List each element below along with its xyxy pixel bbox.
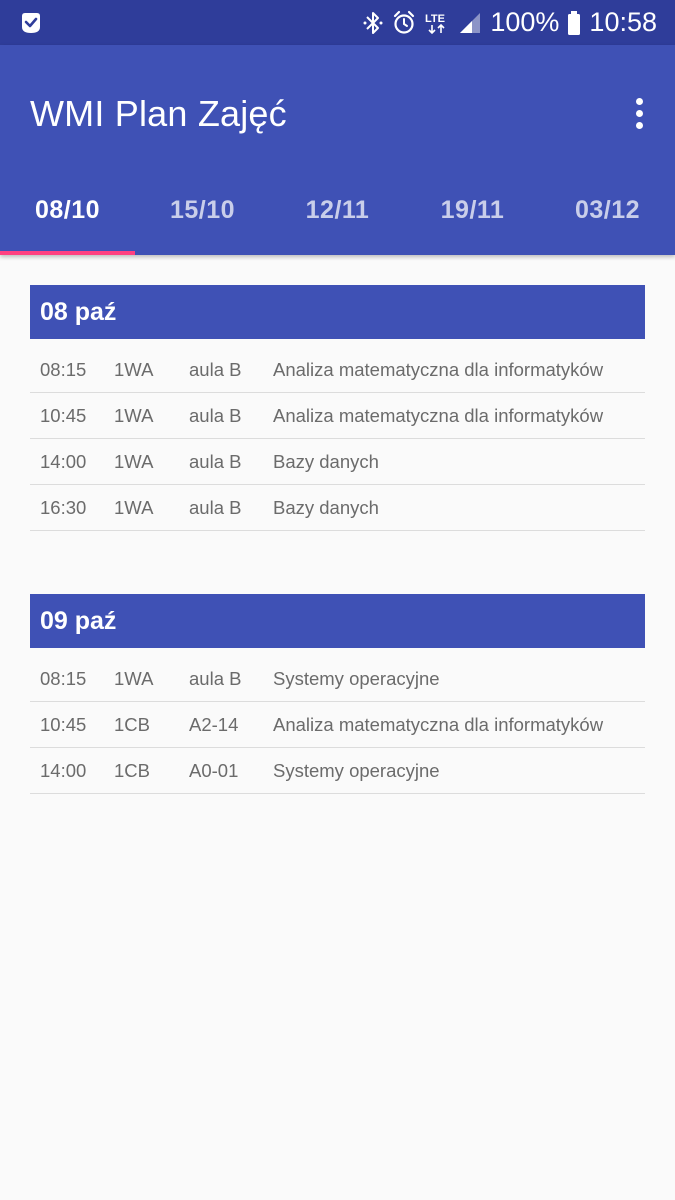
tab-15-10[interactable]: 15/10: [135, 165, 270, 255]
clock: 10:58: [589, 7, 657, 37]
class-time: 10:45: [40, 404, 87, 426]
tab-12-11[interactable]: 12/11: [270, 165, 405, 255]
class-group: 1WA: [114, 358, 154, 380]
class-subject: Bazy danych: [273, 450, 379, 472]
class-subject: Analiza matematyczna dla informatyków: [273, 713, 604, 735]
class-row[interactable]: 08:15 1WA aula B Analiza matematyczna dl…: [30, 347, 645, 393]
class-row[interactable]: 14:00 1CB A0-01 Systemy operacyjne: [30, 748, 645, 794]
class-group: 1WA: [114, 404, 154, 426]
battery-icon: [567, 10, 581, 36]
class-row[interactable]: 10:45 1WA aula B Analiza matematyczna dl…: [30, 393, 645, 439]
bluetooth-icon: [362, 10, 384, 36]
class-group: 1CB: [114, 713, 150, 735]
class-time: 08:15: [40, 358, 87, 380]
class-row[interactable]: 14:00 1WA aula B Bazy danych: [30, 439, 645, 485]
tab-08-10[interactable]: 08/10: [0, 165, 135, 255]
class-room: aula B: [189, 358, 242, 380]
class-room: aula B: [189, 667, 242, 689]
class-room: aula B: [189, 404, 242, 426]
class-subject: Analiza matematyczna dla informatyków: [273, 404, 604, 426]
class-room: aula B: [189, 496, 242, 518]
class-subject: Systemy operacyjne: [273, 667, 440, 689]
class-time: 14:00: [40, 759, 87, 781]
app-bar: WMI Plan Zajęć 08/10 15/10 12/11 19/11 0…: [0, 45, 675, 255]
status-bar: LTE 100% 10:58: [0, 0, 675, 45]
day-card: 09 paź 08:15 1WA aula B Systemy operacyj…: [30, 594, 645, 794]
tab-19-11[interactable]: 19/11: [405, 165, 540, 255]
day-header: 09 paź: [30, 594, 645, 648]
day-header: 08 paź: [30, 285, 645, 339]
class-time: 08:15: [40, 667, 87, 689]
class-time: 16:30: [40, 496, 87, 518]
class-row[interactable]: 16:30 1WA aula B Bazy danych: [30, 485, 645, 531]
class-row[interactable]: 08:15 1WA aula B Systemy operacyjne: [30, 656, 645, 702]
class-room: A2-14: [189, 713, 239, 735]
class-time: 10:45: [40, 713, 87, 735]
tab-03-12[interactable]: 03/12: [540, 165, 675, 255]
class-subject: Analiza matematyczna dla informatyków: [273, 358, 604, 380]
class-group: 1WA: [114, 496, 154, 518]
class-subject: Bazy danych: [273, 496, 379, 518]
class-group: 1WA: [114, 667, 154, 689]
class-subject: Systemy operacyjne: [273, 759, 440, 781]
battery-percent: 100%: [490, 7, 560, 37]
class-time: 14:00: [40, 450, 87, 472]
schedule-list: 08 paź 08:15 1WA aula B Analiza matematy…: [30, 285, 645, 857]
date-tabs: 08/10 15/10 12/11 19/11 03/12: [0, 165, 675, 255]
alarm-icon: [392, 10, 416, 36]
lte-icon: LTE: [424, 10, 450, 36]
overflow-menu-icon[interactable]: [621, 91, 657, 135]
day-card: 08 paź 08:15 1WA aula B Analiza matematy…: [30, 285, 645, 531]
app-notification-icon: [18, 10, 44, 36]
signal-icon: [458, 11, 482, 35]
app-title: WMI Plan Zajęć: [30, 93, 287, 134]
class-row[interactable]: 10:45 1CB A2-14 Analiza matematyczna dla…: [30, 702, 645, 748]
svg-text:LTE: LTE: [425, 13, 445, 25]
class-group: 1WA: [114, 450, 154, 472]
class-group: 1CB: [114, 759, 150, 781]
class-room: A0-01: [189, 759, 239, 781]
class-room: aula B: [189, 450, 242, 472]
